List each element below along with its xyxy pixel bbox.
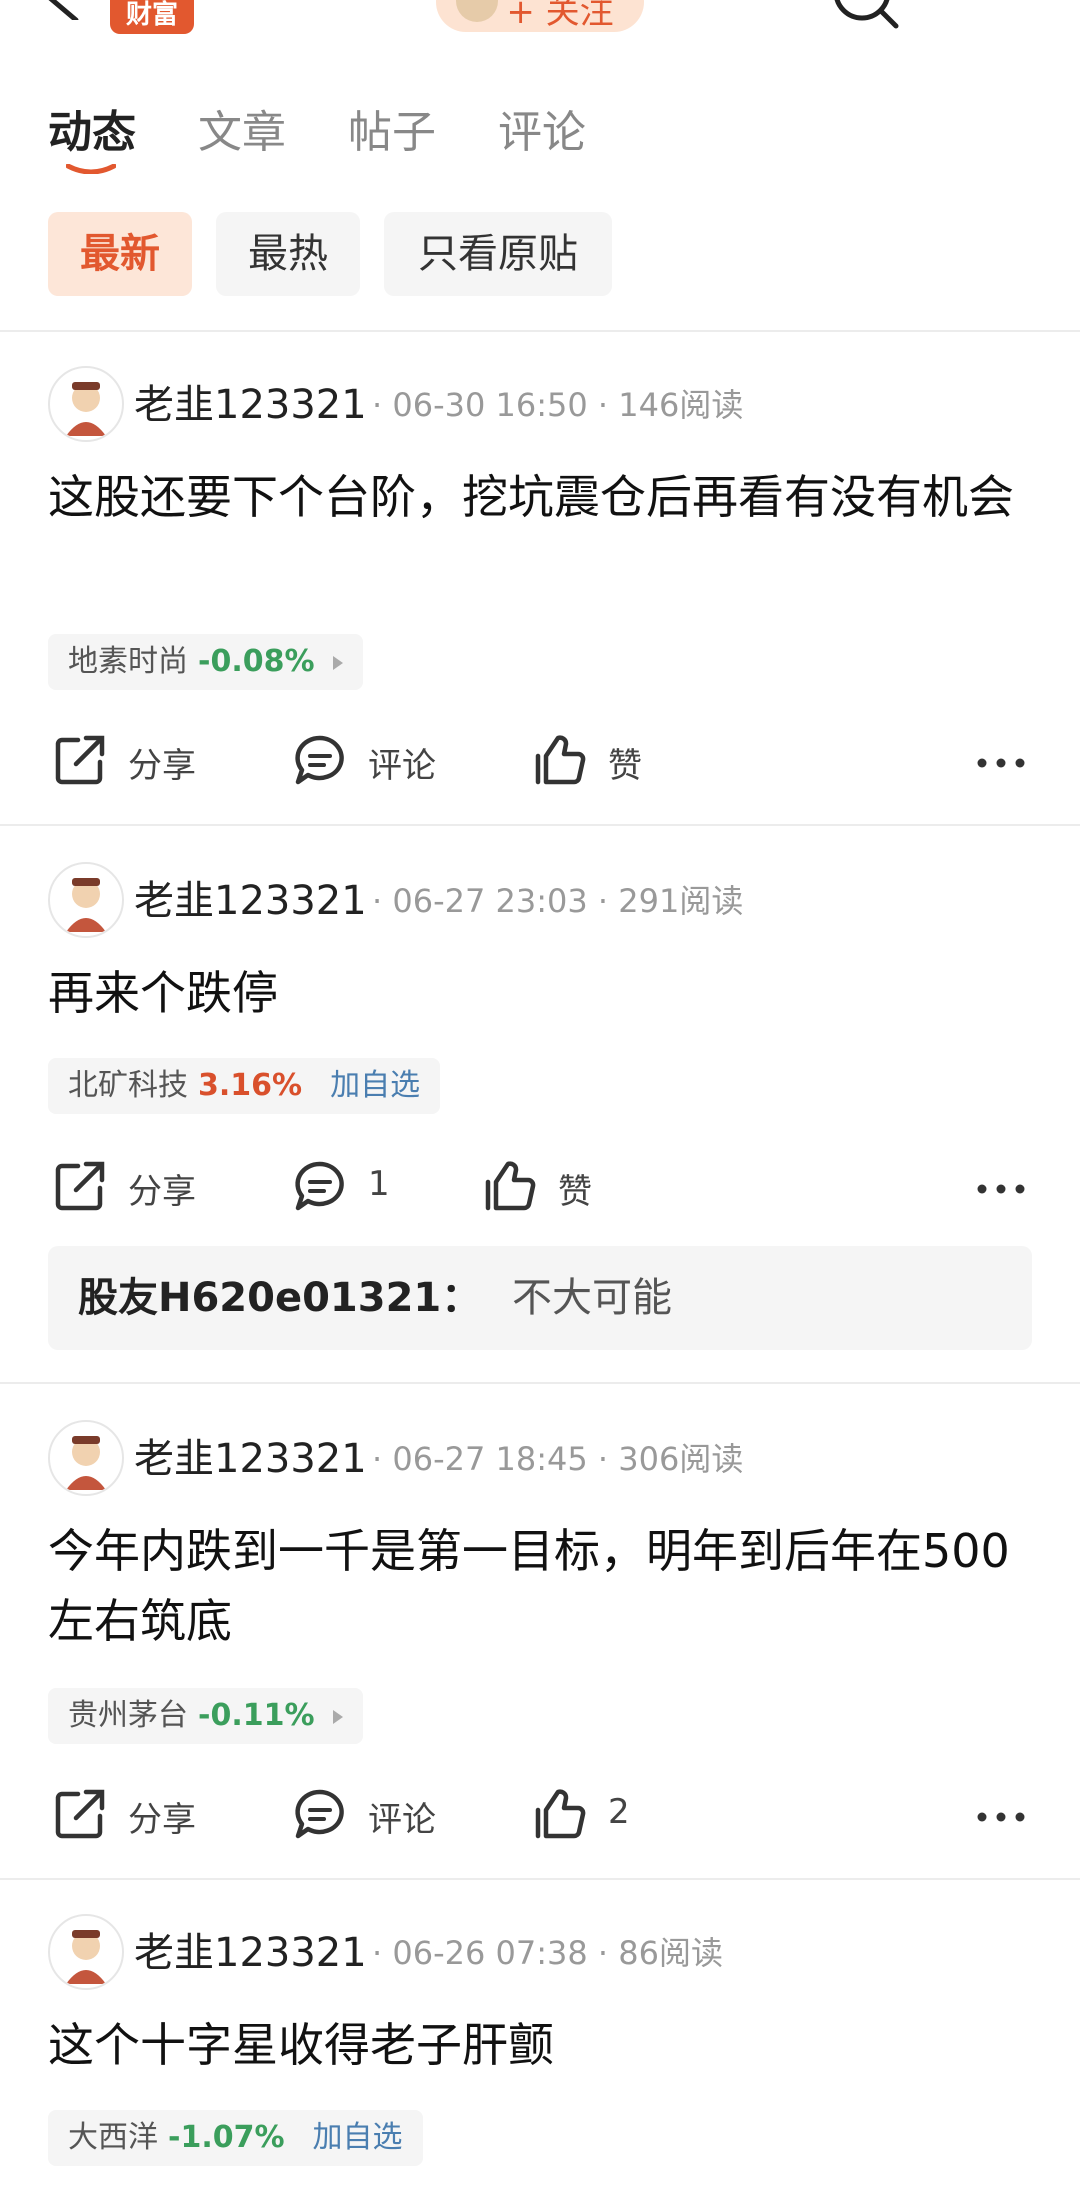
stock-name: 大西洋 [68, 2120, 158, 2155]
share-label: 分享 [128, 1172, 196, 1212]
tag-arrow-icon [332, 655, 343, 670]
search-icon[interactable] [830, 0, 900, 30]
stock-change: -0.11% [198, 1698, 315, 1733]
username[interactable]: 老韭123321 [134, 868, 367, 926]
follow-button[interactable]: + 关注 [436, 0, 644, 32]
more-options-icon[interactable] [976, 1810, 1026, 1824]
post-text[interactable]: 这个十字星收得老子肝颤 [48, 2010, 1038, 2080]
reply-preview[interactable]: 股友H620e01321： 不大可能 [48, 1246, 1032, 1350]
post-text[interactable]: 今年内跌到一千是第一目标，明年到后年在500左右筑底 [48, 1516, 1038, 1656]
avatar[interactable] [48, 1420, 124, 1496]
stock-change: 3.16% [198, 1068, 303, 1103]
caifu-badge: 财富 [110, 0, 195, 34]
active-tab-indicator [66, 164, 116, 174]
stock-tag[interactable]: 地素时尚 -0.08% [48, 634, 363, 690]
stock-change: -0.08% [198, 644, 315, 679]
tab-tiezi[interactable]: 帖子 [348, 96, 436, 160]
like-label: 赞 [608, 746, 642, 786]
top-bar: 财富 + 关注 [0, 0, 1080, 60]
post-meta: · 06-27 23:03 · 291阅读 [372, 882, 744, 920]
comment-label: 评论 [368, 1800, 436, 1840]
comment-icon [295, 735, 344, 785]
like-label: 赞 [558, 1172, 592, 1212]
comment-icon [295, 1161, 344, 1211]
avatar[interactable] [48, 1914, 124, 1990]
stock-tag[interactable]: 北矿科技 3.16% 加自选 [48, 1058, 441, 1114]
tab-dongtai[interactable]: 动态 [48, 96, 136, 160]
post-meta: · 06-26 07:38 · 86阅读 [372, 1934, 723, 1972]
more-options-icon[interactable] [976, 1182, 1026, 1196]
stock-name: 贵州茅台 [68, 1698, 188, 1733]
comment-icon [295, 1789, 344, 1839]
more-options-icon[interactable] [976, 756, 1026, 770]
like-count: 2 [608, 1792, 630, 1832]
follow-label: + 关注 [506, 0, 614, 32]
thumbs-up-icon [535, 735, 586, 785]
divider [0, 330, 1080, 332]
more-icon[interactable] [962, 0, 1022, 10]
comment-count: 1 [368, 1164, 390, 1204]
stock-change: -1.07% [168, 2120, 285, 2155]
thumbs-up-icon [535, 1789, 586, 1839]
username[interactable]: 老韭123321 [134, 1920, 367, 1978]
filter-original-only[interactable]: 只看原贴 [384, 212, 612, 296]
stock-name: 北矿科技 [68, 1068, 188, 1103]
reply-username[interactable]: 股友H620e01321： [78, 1246, 481, 1350]
stock-name: 地素时尚 [68, 644, 188, 679]
avatar[interactable] [48, 862, 124, 938]
post-meta: · 06-27 18:45 · 306阅读 [372, 1440, 744, 1478]
share-label: 分享 [128, 1800, 196, 1840]
add-watchlist-link[interactable]: 加自选 [330, 1068, 420, 1103]
follow-avatar-icon [456, 0, 498, 22]
divider [0, 1382, 1080, 1384]
filter-latest[interactable]: 最新 [48, 212, 192, 296]
tab-wenzhang[interactable]: 文章 [198, 96, 286, 160]
thumbs-up-icon [485, 1161, 536, 1211]
post-text[interactable]: 再来个跌停 [48, 958, 1038, 1028]
tab-pinglun[interactable]: 评论 [498, 96, 586, 160]
back-icon[interactable] [40, 0, 84, 20]
add-watchlist-link[interactable]: 加自选 [313, 2120, 403, 2155]
share-icon [55, 1789, 105, 1839]
comment-label: 评论 [368, 746, 436, 786]
tag-arrow-icon [332, 1709, 343, 1724]
avatar[interactable] [48, 366, 124, 442]
username[interactable]: 老韭123321 [134, 1426, 367, 1484]
post-text[interactable]: 这股还要下个台阶，挖坑震仓后再看有没有机会 [48, 462, 1038, 532]
reply-text: 不大可能 [512, 1275, 672, 1321]
divider [0, 824, 1080, 826]
share-label: 分享 [128, 746, 196, 786]
stock-tag[interactable]: 大西洋 -1.07% 加自选 [48, 2110, 423, 2166]
divider [0, 1878, 1080, 1880]
filter-hottest[interactable]: 最热 [216, 212, 360, 296]
stock-tag[interactable]: 贵州茅台 -0.11% [48, 1688, 363, 1744]
username[interactable]: 老韭123321 [134, 372, 367, 430]
share-icon [55, 1161, 105, 1211]
share-icon [55, 735, 105, 785]
post-meta: · 06-30 16:50 · 146阅读 [372, 386, 744, 424]
